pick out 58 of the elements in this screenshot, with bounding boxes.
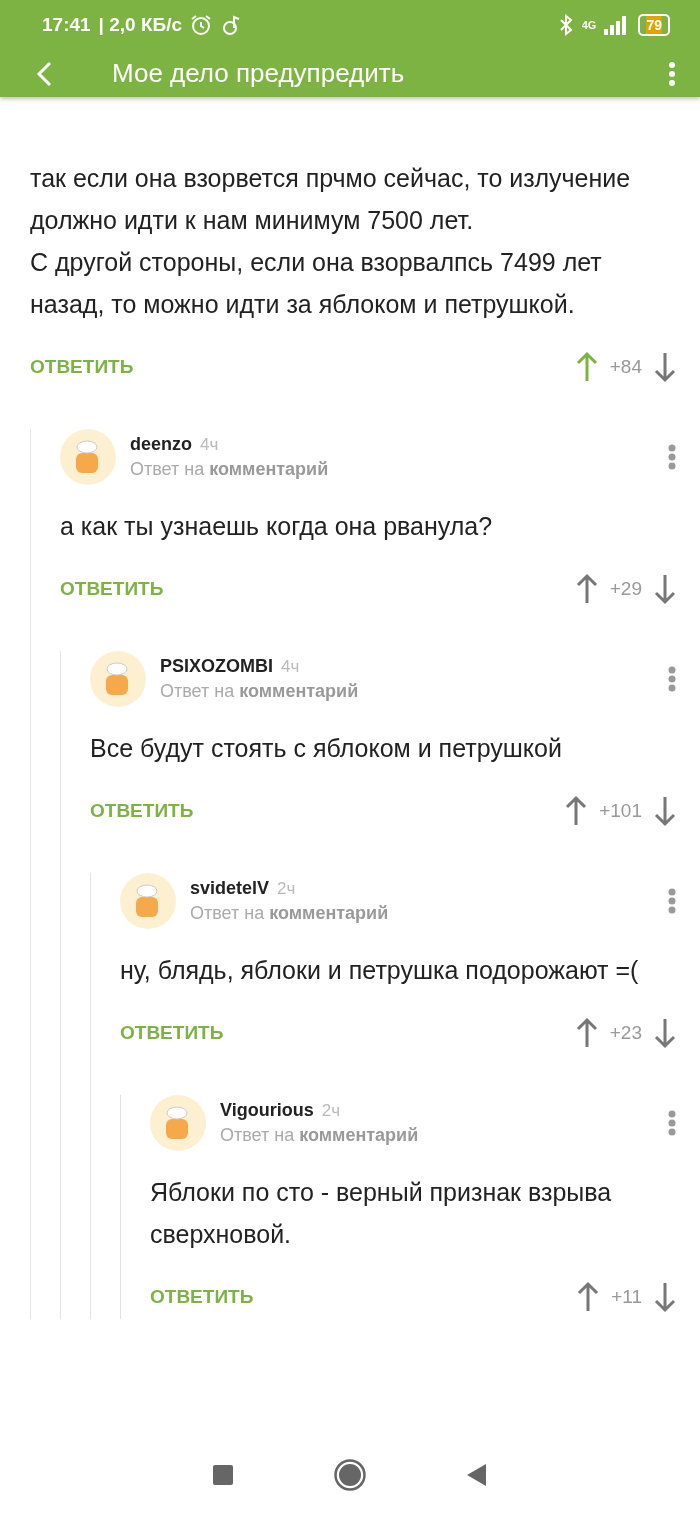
app-bar-title: Мое дело предупредить [112,58,406,89]
downvote-icon[interactable] [654,1281,676,1313]
more-icon[interactable] [668,666,676,692]
alarm-icon [190,14,212,36]
comment-score: +84 [609,356,642,378]
reply-to-text: Ответ на комментарий [190,903,390,924]
comment-text: Яблоки по сто - верный признак взрыва сверхновой. [150,1177,613,1250]
upvote-icon[interactable] [575,1017,598,1049]
comment-time: 2ч [321,1101,340,1121]
comment-text: так если она взорвется прчмо сейчас, то излучение должно идти к нам минимум 7500 лет. С другой стороны, если она взорвалпсь 7499 лет назад, то можно идти за яблоком и петрушкой. [30,163,632,320]
reply-button[interactable]: ОТВЕТИТЬ [150,1286,254,1308]
network-type: 4G [581,19,597,31]
avatar-icon [90,651,146,707]
comment-score: +11 [611,1286,642,1308]
avatar-icon [150,1095,206,1151]
back-icon[interactable] [466,1462,488,1487]
more-icon[interactable] [668,888,676,914]
author-name[interactable]: PSIXOZOMBI [160,656,273,677]
comment-time: 2ч [277,879,296,899]
upvote-icon[interactable] [575,573,598,605]
music-note-icon [220,14,242,36]
downvote-icon[interactable] [654,351,676,383]
reply-button[interactable]: ОТВЕТИТЬ [90,800,194,822]
reply-to-text: Ответ на комментарий [160,681,360,702]
battery-level: 79 [638,14,670,36]
comment-score: +23 [609,1022,642,1044]
more-icon[interactable] [668,1110,676,1136]
downvote-icon[interactable] [654,795,676,827]
comment-score: +101 [599,800,642,822]
reply-button[interactable]: ОТВЕТИТЬ [30,356,134,378]
comment-text: Все будут стоять с яблоком и петрушкой [90,733,563,764]
reply-button[interactable]: ОТВЕТИТЬ [120,1022,224,1044]
bluetooth-icon [557,14,574,36]
recent-apps-icon[interactable] [212,1463,234,1486]
upvote-icon[interactable] [575,351,598,383]
more-icon[interactable] [668,444,676,470]
network-speed: | 2,0 КБ/с [98,14,182,36]
avatar-icon [120,873,176,929]
comment-score: +29 [609,578,642,600]
home-icon[interactable] [334,1458,366,1491]
comment-text: ну, блядь, яблоки и петрушка подорожают =( [120,955,640,986]
downvote-icon[interactable] [654,573,676,605]
reply-to-text: Ответ на комментарий [130,459,330,480]
reply-to-text: Ответ на комментарий [220,1125,420,1146]
author-name[interactable]: deenzo [130,434,192,455]
upvote-icon[interactable] [577,1281,600,1313]
reply-button[interactable]: ОТВЕТИТЬ [60,578,164,600]
status-time: 17:41 [42,14,91,36]
downvote-icon[interactable] [654,1017,676,1049]
author-name[interactable]: Vigourious [220,1100,314,1121]
more-icon[interactable] [668,60,676,87]
upvote-icon[interactable] [565,795,588,827]
author-name[interactable]: svidetelV [190,878,270,899]
back-icon[interactable] [36,60,52,87]
comment-time: 4ч [200,435,219,455]
comment-time: 4ч [281,657,300,677]
comment-text: а как ты узнаешь когда она рванула? [60,511,494,542]
avatar-icon [60,429,116,485]
